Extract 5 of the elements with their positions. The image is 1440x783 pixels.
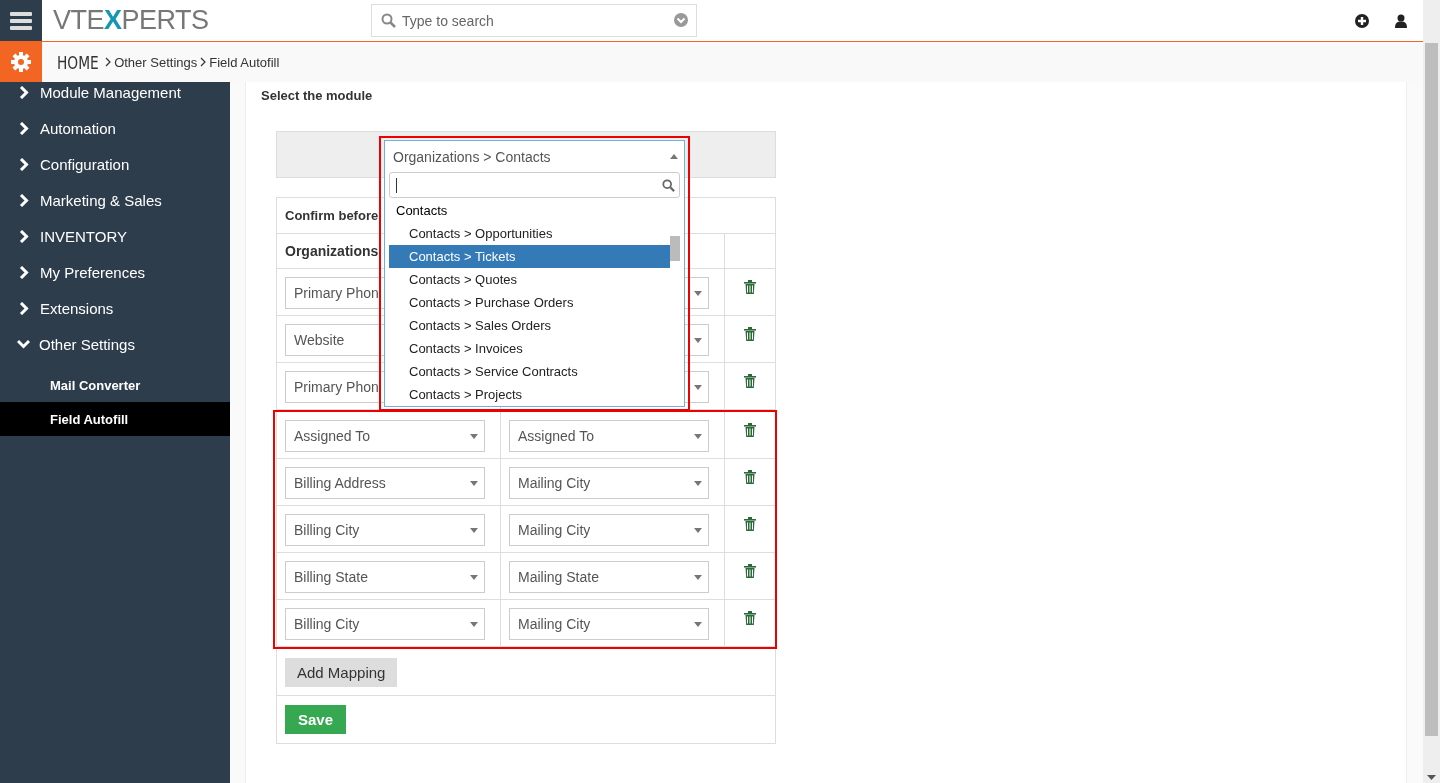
option-group-label: Contacts <box>395 202 449 220</box>
logo: VTEXPERTS <box>53 5 210 36</box>
section-title: Select the module <box>261 88 374 105</box>
selected-value: Organizations > Contacts <box>393 148 551 165</box>
breadcrumb-current: Field Autofill <box>209 54 280 70</box>
